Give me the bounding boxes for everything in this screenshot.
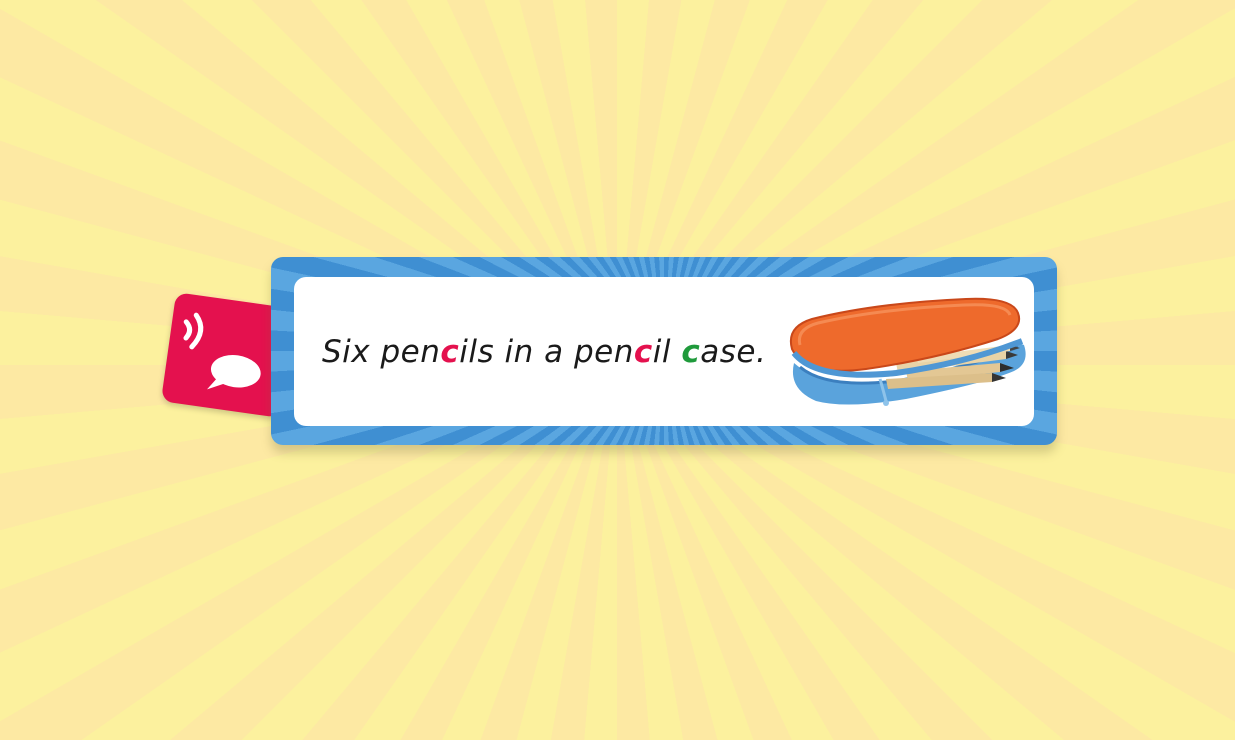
highlight-letter: c (633, 333, 653, 370)
sentence-card: Six pen c ils in a pen c il c ase. (271, 257, 1057, 445)
sentence-segment: ase. (700, 333, 767, 370)
highlight-letter: c (681, 333, 701, 370)
sentence-segment: ils in a pen (459, 333, 634, 370)
highlight-letter: c (440, 333, 460, 370)
pencil-case-icon (790, 297, 1026, 406)
speech-bubble-icon (207, 355, 261, 390)
sunburst-background: Six pen c ils in a pen c il c ase. (0, 0, 1235, 740)
sentence-text: Six pen c ils in a pen c il c ase. (322, 277, 766, 426)
card-content: Six pen c ils in a pen c il c ase. (294, 277, 1034, 426)
sentence-segment: il (652, 333, 682, 370)
sentence-segment: Six pen (322, 333, 441, 370)
